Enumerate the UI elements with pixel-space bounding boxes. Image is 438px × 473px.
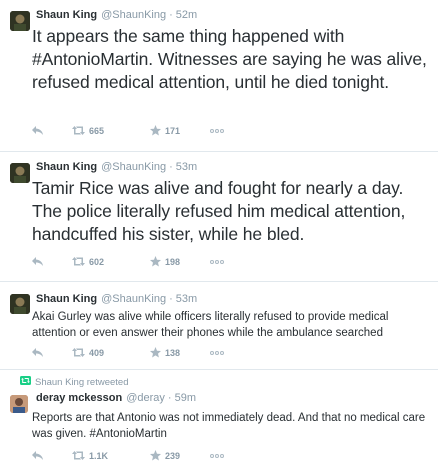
author-name[interactable]: deray mckesson — [36, 391, 122, 405]
tweet-text: Akai Gurley was alive while officers lit… — [32, 311, 389, 339]
retweet-button[interactable]: 1.1K — [72, 451, 150, 461]
retweeted-context[interactable]: Shaun King retweeted — [20, 375, 428, 389]
author-handle[interactable]: @ShaunKing — [101, 160, 166, 174]
tweet-actions: 602 198 — [32, 256, 224, 267]
more-icon — [210, 350, 224, 355]
tweet-text: Tamir Rice was alive and fought for near… — [32, 178, 406, 244]
reply-icon — [32, 126, 43, 135]
separator: · — [167, 392, 172, 404]
author-name[interactable]: Shaun King — [36, 292, 97, 306]
favorite-button[interactable]: 239 — [150, 450, 210, 461]
separator: · — [169, 9, 173, 21]
tweet[interactable]: Shaun King retweeted deray mckesson @der… — [0, 370, 438, 473]
retweet-count: 665 — [89, 125, 105, 136]
reply-button[interactable] — [32, 257, 72, 266]
reply-icon — [32, 257, 43, 266]
favorite-count: 138 — [165, 347, 181, 358]
tweet-header: deray mckesson @deray · 59m — [36, 391, 428, 405]
timeline: Shaun King @ShaunKing · 52m It appears t… — [0, 0, 438, 473]
tweet[interactable]: Shaun King @ShaunKing · 52m It appears t… — [0, 0, 438, 152]
more-button[interactable] — [210, 350, 224, 355]
retweet-count: 602 — [89, 256, 105, 267]
tweet-header: Shaun King @ShaunKing · 52m — [36, 8, 428, 22]
reply-icon — [32, 451, 43, 460]
retweet-icon — [72, 126, 85, 135]
separator: · — [169, 161, 173, 173]
retweet-count: 409 — [89, 347, 105, 358]
favorite-count: 198 — [165, 256, 181, 267]
star-icon — [150, 125, 161, 136]
retweet-button[interactable]: 409 — [72, 348, 150, 358]
favorite-button[interactable]: 138 — [150, 347, 210, 358]
reply-button[interactable] — [32, 348, 72, 357]
favorite-button[interactable]: 171 — [150, 125, 210, 136]
reply-button[interactable] — [32, 451, 72, 460]
tweet-header: Shaun King @ShaunKing · 53m — [36, 292, 428, 306]
more-button[interactable] — [210, 453, 224, 458]
avatar[interactable] — [10, 163, 30, 183]
tweet-actions: 409 138 — [32, 347, 224, 358]
star-icon — [150, 256, 161, 267]
reply-button[interactable] — [32, 126, 72, 135]
tweet-header: Shaun King @ShaunKing · 53m — [36, 160, 428, 174]
more-button[interactable] — [210, 128, 224, 133]
timestamp[interactable]: 53m — [176, 160, 197, 174]
retweet-icon — [72, 257, 85, 266]
retweet-icon — [20, 376, 35, 388]
avatar[interactable] — [10, 11, 30, 31]
tweet-actions: 665 171 — [32, 125, 224, 136]
more-icon — [210, 259, 224, 264]
author-name[interactable]: Shaun King — [36, 160, 97, 174]
timestamp[interactable]: 59m — [175, 391, 196, 405]
separator: · — [169, 293, 173, 305]
retweet-icon — [72, 451, 85, 460]
star-icon — [150, 450, 161, 461]
retweet-button[interactable]: 665 — [72, 126, 150, 136]
more-icon — [210, 128, 224, 133]
author-name[interactable]: Shaun King — [36, 8, 97, 22]
author-handle[interactable]: @ShaunKing — [101, 8, 166, 22]
timestamp[interactable]: 52m — [176, 8, 197, 22]
more-button[interactable] — [210, 259, 224, 264]
retweet-button[interactable]: 602 — [72, 257, 150, 267]
tweet-actions: 1.1K 239 — [32, 450, 224, 461]
timestamp[interactable]: 53m — [176, 292, 197, 306]
reply-icon — [32, 348, 43, 357]
favorite-count: 171 — [165, 125, 181, 136]
tweet[interactable]: Shaun King @ShaunKing · 53m Akai Gurley … — [0, 282, 438, 370]
retweeted-by-label: Shaun King retweeted — [35, 376, 129, 388]
star-icon — [150, 347, 161, 358]
favorite-count: 239 — [165, 450, 181, 461]
avatar[interactable] — [10, 294, 30, 314]
retweet-icon — [72, 348, 85, 357]
favorite-button[interactable]: 198 — [150, 256, 210, 267]
author-handle[interactable]: @deray — [126, 391, 165, 405]
tweet-text: Reports are that Antonio was not immedia… — [32, 412, 426, 440]
retweet-count: 1.1K — [89, 450, 109, 461]
tweet-text: It appears the same thing happened with … — [32, 26, 427, 92]
tweet[interactable]: Shaun King @ShaunKing · 53m Tamir Rice w… — [0, 152, 438, 282]
avatar[interactable] — [10, 395, 28, 413]
more-icon — [210, 453, 224, 458]
author-handle[interactable]: @ShaunKing — [101, 292, 166, 306]
